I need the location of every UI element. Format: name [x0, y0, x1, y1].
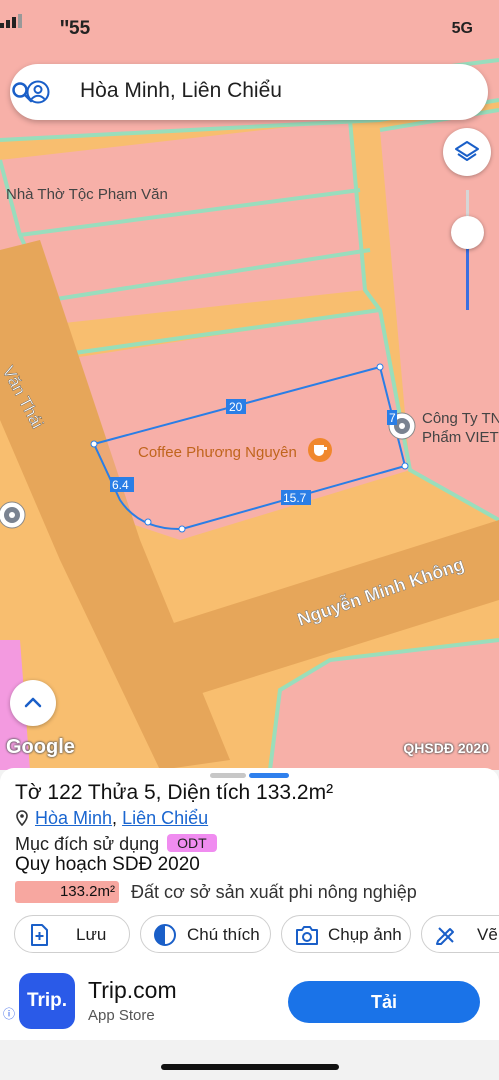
home-indicator[interactable]: [161, 1064, 339, 1070]
add-document-icon: [31, 924, 48, 946]
legend-label: Chú thích: [187, 925, 260, 944]
purpose-badge: ODT: [167, 834, 217, 852]
ruler-pencil-icon: [436, 927, 454, 945]
purpose-label: Mục đích sử dụng: [15, 834, 160, 854]
map-label-company-2[interactable]: Phẩm VIET: [422, 429, 499, 446]
dimension-top: 20: [229, 400, 243, 414]
status-time: ꞌꞌ55: [60, 18, 91, 39]
google-logo: Google: [6, 736, 75, 758]
dimension-right: 7: [389, 411, 396, 425]
location-pin-icon: [16, 810, 28, 826]
map-label-church[interactable]: Nhà Thờ Tộc Phạm Văn: [6, 186, 168, 203]
layers-button[interactable]: [443, 128, 491, 176]
search-bar[interactable]: Hòa Minh, Liên Chiểu: [10, 64, 488, 120]
network-label: 5G: [451, 20, 473, 37]
parcel-title: Tờ 122 Thửa 5, Diện tích 133.2m²: [15, 781, 334, 804]
camera-icon: [296, 926, 318, 945]
legend-button[interactable]: Chú thích: [140, 915, 271, 953]
layers-icon: [455, 141, 479, 161]
draw-label: Vẽ: [477, 925, 498, 944]
status-bar: ꞌꞌ55 5G: [0, 14, 499, 44]
signal-icon: [0, 14, 22, 28]
ad-install-button[interactable]: Tải: [288, 981, 480, 1023]
ad-subtitle: App Store: [88, 1007, 155, 1024]
chevron-up-icon: [24, 697, 42, 708]
search-icon[interactable]: [10, 80, 34, 104]
expand-up-button[interactable]: [10, 680, 56, 726]
sheet-handle[interactable]: [210, 773, 246, 778]
capture-button[interactable]: Chụp ảnh: [281, 915, 411, 953]
layer-name-tag: QHSDĐ 2020: [403, 740, 489, 756]
ward-link[interactable]: Hòa Minh: [35, 808, 112, 828]
ad-title[interactable]: Trip.com: [88, 977, 177, 1004]
district-link[interactable]: Liên Chiểu: [122, 808, 208, 828]
map-label-company-1[interactable]: Công Ty TN: [422, 410, 499, 427]
area-value: 133.2m²: [15, 881, 119, 903]
search-query[interactable]: Hòa Minh, Liên Chiểu: [80, 79, 282, 103]
opacity-slider-knob[interactable]: [451, 216, 484, 249]
map-view[interactable]: Nhà Thờ Tộc Phạm Văn Văn Thái Coffee Phư…: [0, 0, 499, 770]
purpose-row: Mục đích sử dụng ODT: [15, 834, 217, 855]
location-row: Hòa Minh, Liên Chiểu: [15, 808, 208, 829]
save-button[interactable]: Lưu: [14, 915, 130, 953]
map-label-cafe[interactable]: Coffee Phương Nguyên: [138, 444, 297, 461]
save-label: Lưu: [76, 925, 107, 944]
ad-banner[interactable]: ⓘ Trip. Trip.com App Store Tải: [0, 965, 499, 1040]
place-pin-icon[interactable]: [0, 501, 26, 529]
ad-app-logo[interactable]: Trip.: [19, 973, 75, 1029]
area-description: Đất cơ sở sản xuất phi nông nghiệp: [131, 882, 417, 902]
area-row: 133.2m² Đất cơ sở sản xuất phi nông nghi…: [15, 881, 485, 905]
capture-label: Chụp ảnh: [328, 925, 402, 944]
dimension-bottom: 15.7: [283, 491, 307, 505]
info-icon[interactable]: ⓘ: [3, 1005, 15, 1022]
dimension-left: 6.4: [112, 478, 129, 492]
sheet-handle-active[interactable]: [249, 773, 289, 778]
contrast-icon: [154, 924, 176, 946]
plan-title: Quy hoạch SDĐ 2020: [15, 854, 200, 875]
action-bar: Lưu Chú thích Chụp ảnh Vẽ: [0, 915, 499, 955]
draw-button[interactable]: Vẽ: [421, 915, 499, 953]
